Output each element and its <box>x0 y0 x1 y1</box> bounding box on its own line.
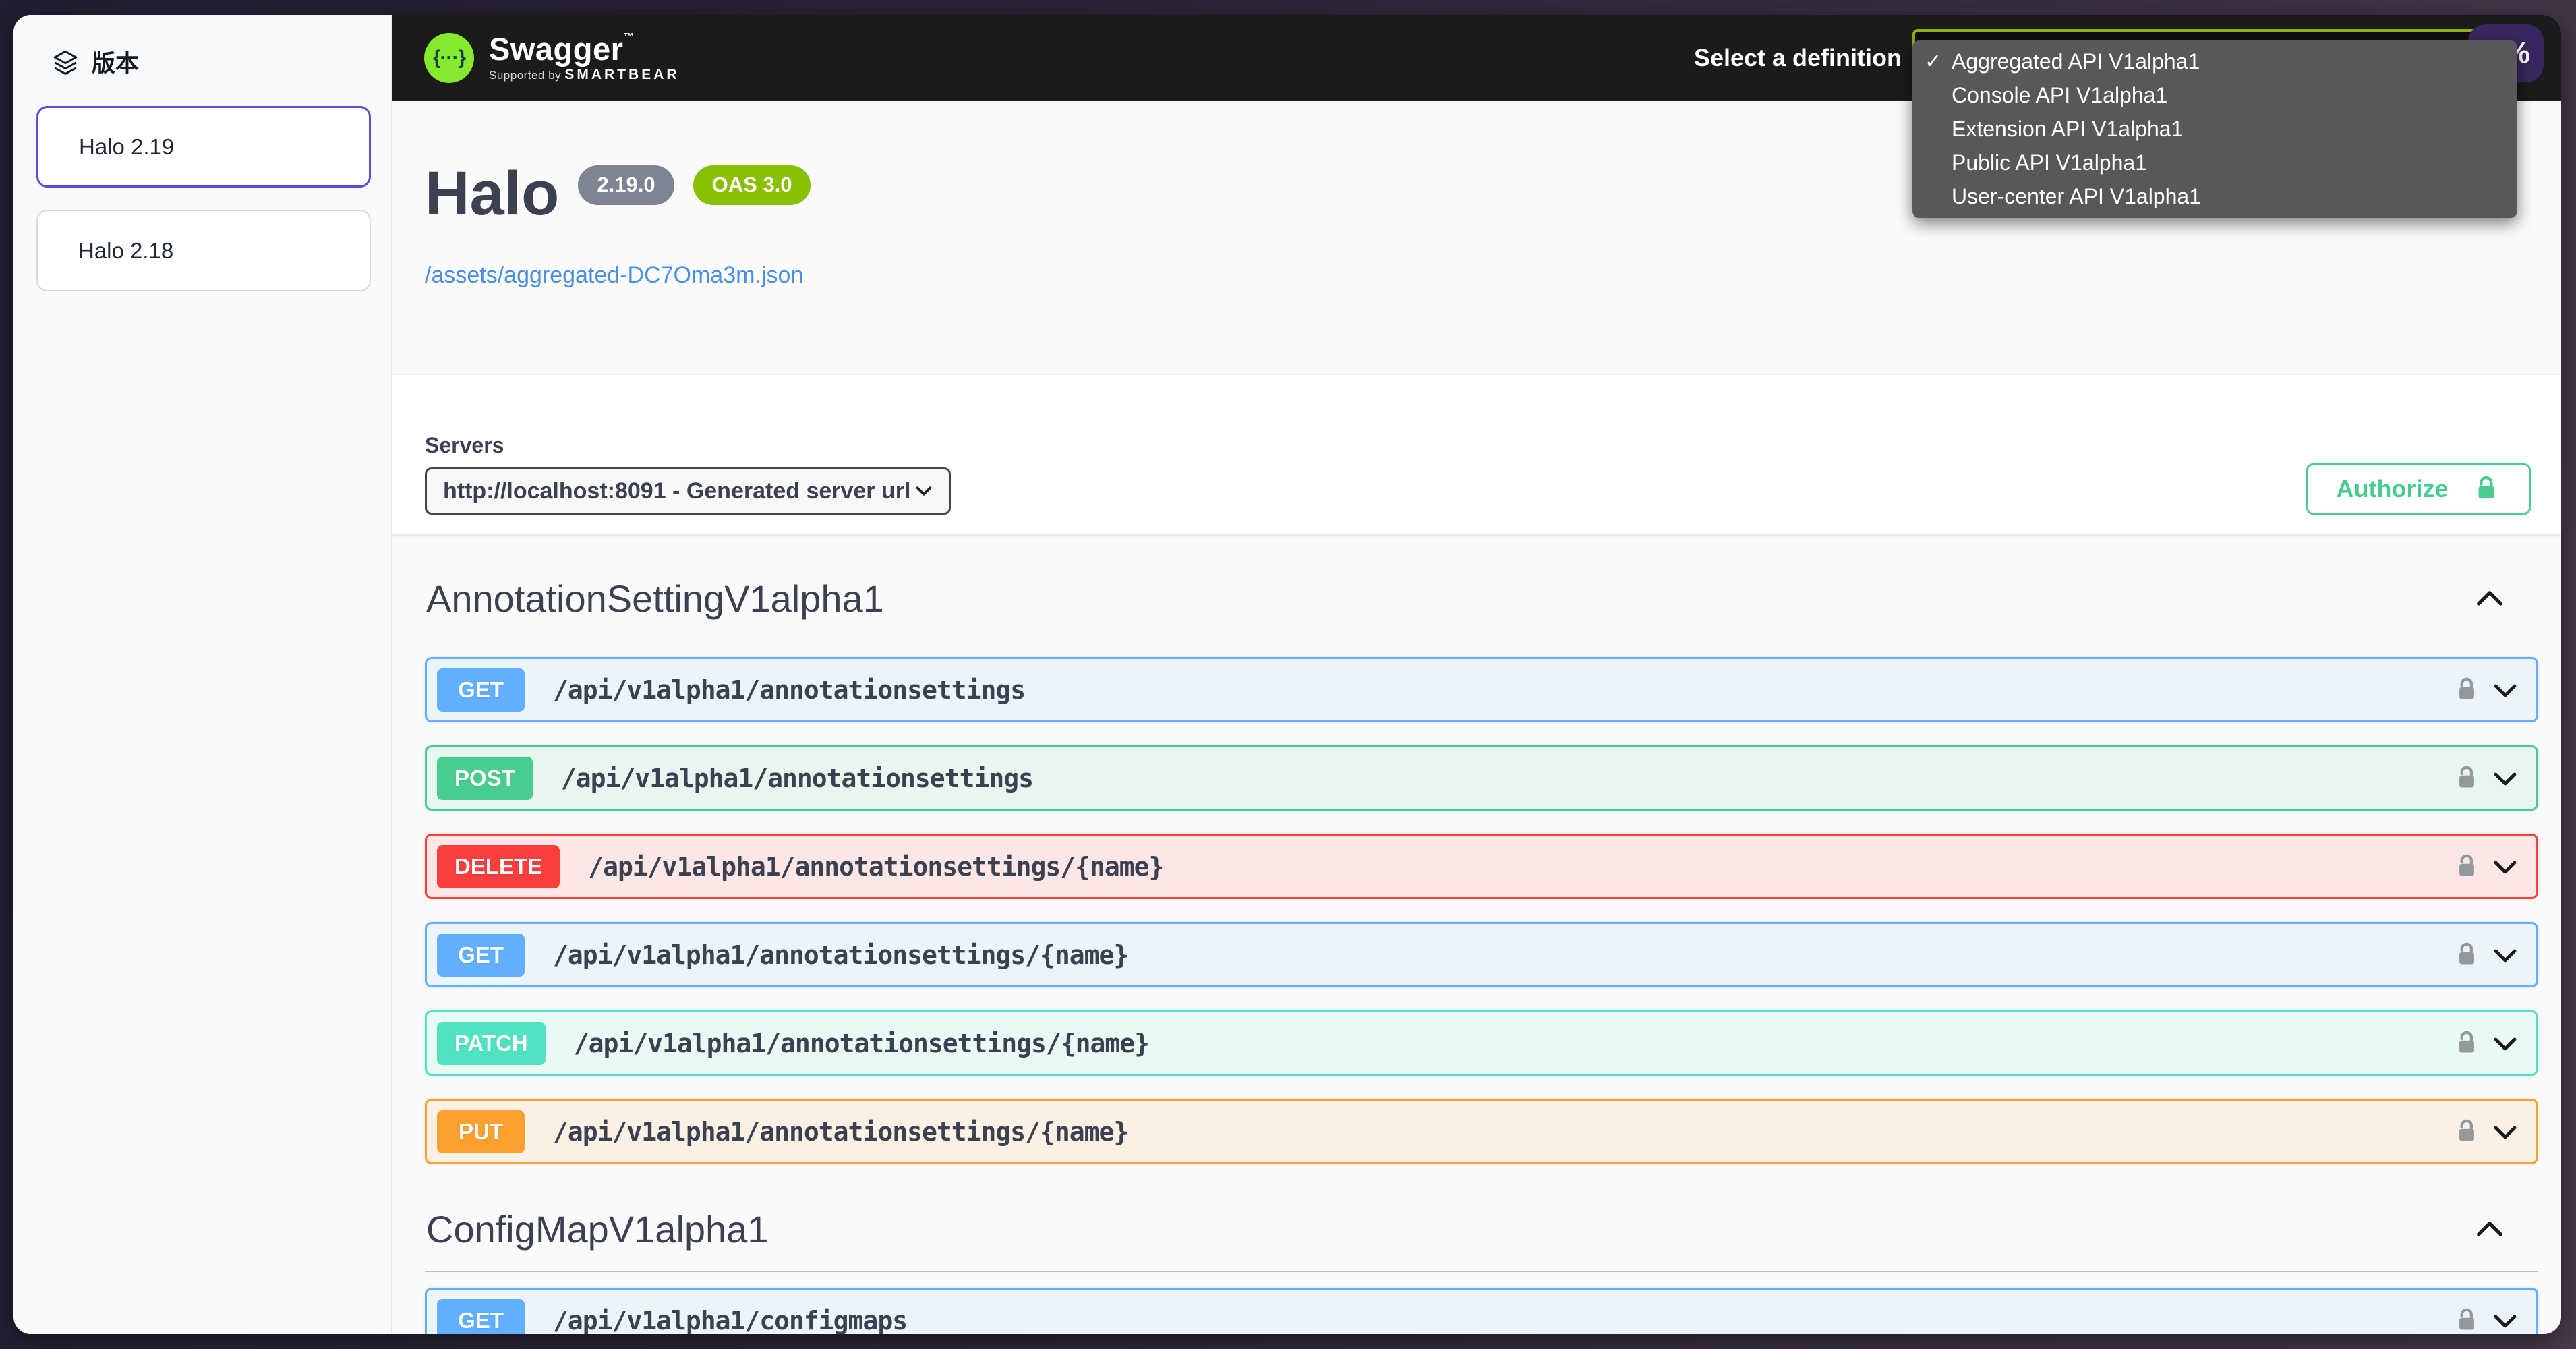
scheme-container: Servers http://localhost:8091 - Generate… <box>392 375 2561 534</box>
operation-row-get[interactable]: GET /api/v1alpha1/annotationsettings/{na… <box>425 922 2538 987</box>
oas-badge: OAS 3.0 <box>693 165 811 205</box>
tag-section: ConfigMapV1alpha1 GET /api/v1alpha1/conf… <box>425 1207 2538 1334</box>
auth-lock-button[interactable] <box>2453 764 2481 793</box>
unlock-icon <box>2453 1307 2481 1335</box>
collapse-section-button[interactable] <box>2471 580 2509 618</box>
definition-option-label: Aggregated API V1alpha1 <box>1952 49 2200 74</box>
servers-select[interactable]: http://localhost:8091 - Generated server… <box>425 467 951 515</box>
operation-sections: AnnotationSettingV1alpha1 GET /api/v1alp… <box>392 577 2561 1334</box>
swagger-logo-text: Swagger™ Supported by SMARTBEAR <box>489 32 680 83</box>
operation-path: /api/v1alpha1/annotationsettings/{name} <box>553 1117 1128 1147</box>
chevron-up-icon <box>2471 1211 2509 1248</box>
unlock-icon <box>2453 1118 2481 1146</box>
definition-option[interactable]: Public API V1alpha1 <box>1912 146 2517 180</box>
operation-row-patch[interactable]: PATCH /api/v1alpha1/annotationsettings/{… <box>425 1010 2538 1076</box>
select-definition-label: Select a definition <box>1694 44 1902 72</box>
tag-section: AnnotationSettingV1alpha1 GET /api/v1alp… <box>425 577 2538 1164</box>
method-badge: GET <box>437 1299 525 1335</box>
servers-block: Servers http://localhost:8091 - Generate… <box>425 433 951 515</box>
method-badge: POST <box>437 757 533 800</box>
operation-row-post[interactable]: POST /api/v1alpha1/annotationsettings <box>425 745 2538 811</box>
tag-section-header[interactable]: AnnotationSettingV1alpha1 <box>425 577 2538 641</box>
unlock-icon <box>2453 764 2481 793</box>
unlock-icon <box>2453 676 2481 704</box>
tag-section-header[interactable]: ConfigMapV1alpha1 <box>425 1207 2538 1272</box>
version-item-label: Halo 2.18 <box>78 238 173 264</box>
unlock-icon <box>2471 474 2501 504</box>
operation-path: /api/v1alpha1/annotationsettings/{name} <box>588 852 1163 882</box>
chevron-down-icon <box>2489 939 2521 971</box>
auth-lock-button[interactable] <box>2453 853 2481 881</box>
operation-path: /api/v1alpha1/configmaps <box>553 1306 907 1335</box>
chevron-down-icon <box>2489 762 2521 795</box>
definition-option[interactable]: Extension API V1alpha1 <box>1912 112 2517 146</box>
operation-row-get[interactable]: GET /api/v1alpha1/configmaps <box>425 1288 2538 1334</box>
servers-label: Servers <box>425 433 951 458</box>
chevron-down-icon <box>2489 1116 2521 1148</box>
auth-lock-button[interactable] <box>2453 941 2481 969</box>
chevron-down-icon <box>2489 1027 2521 1060</box>
operation-row-delete[interactable]: DELETE /api/v1alpha1/annotationsettings/… <box>425 834 2538 899</box>
collapse-section-button[interactable] <box>2471 1211 2509 1248</box>
version-item[interactable]: Halo 2.18 <box>36 210 371 291</box>
definition-option[interactable]: Console API V1alpha1 <box>1912 78 2517 112</box>
operation-path: /api/v1alpha1/annotationsettings/{name} <box>553 940 1128 970</box>
check-icon: ✓ <box>1925 50 1952 74</box>
desktop-background: 版本 Halo 2.19 Halo 2.18 {···} Swagger™ Su… <box>0 0 2576 1349</box>
version-sidebar: 版本 Halo 2.19 Halo 2.18 <box>13 15 392 1334</box>
sidebar-title: 版本 <box>92 45 139 79</box>
swagger-content: Halo 2.19.0 OAS 3.0 /assets/aggregated-D… <box>392 101 2561 1334</box>
auth-lock-button[interactable] <box>2453 1307 2481 1335</box>
tag-section-title: ConfigMapV1alpha1 <box>426 1207 768 1251</box>
version-list: Halo 2.19 Halo 2.18 <box>13 79 391 291</box>
api-title-text: Halo <box>425 163 559 225</box>
operation-row-put[interactable]: PUT /api/v1alpha1/annotationsettings/{na… <box>425 1099 2538 1164</box>
chevron-down-icon <box>2489 851 2521 883</box>
auth-lock-button[interactable] <box>2453 1118 2481 1146</box>
version-item[interactable]: Halo 2.19 <box>36 106 371 188</box>
unlock-icon <box>2453 1029 2481 1058</box>
chevron-down-icon <box>2489 674 2521 706</box>
method-badge: GET <box>437 934 525 977</box>
version-item-label: Halo 2.19 <box>79 134 174 160</box>
definition-option[interactable]: ✓ Aggregated API V1alpha1 <box>1912 45 2517 78</box>
definition-dropdown: ✓ Aggregated API V1alpha1 Console API V1… <box>1912 40 2517 218</box>
operation-list: GET /api/v1alpha1/annotationsettings POS… <box>425 657 2538 1164</box>
operation-path: /api/v1alpha1/annotationsettings <box>553 675 1025 705</box>
definition-option-label: Console API V1alpha1 <box>1952 83 2167 108</box>
definition-option-label: Public API V1alpha1 <box>1952 150 2147 175</box>
method-badge: PATCH <box>437 1022 546 1065</box>
layers-icon <box>51 48 80 76</box>
tag-section-title: AnnotationSettingV1alpha1 <box>426 577 884 621</box>
chevron-down-icon <box>911 478 937 504</box>
method-badge: DELETE <box>437 845 560 888</box>
chevron-up-icon <box>2471 580 2509 618</box>
auth-lock-button[interactable] <box>2453 676 2481 704</box>
swagger-logo-icon: {···} <box>424 33 474 83</box>
unlock-icon <box>2453 853 2481 881</box>
method-badge: PUT <box>437 1110 525 1153</box>
swagger-logo[interactable]: {···} Swagger™ Supported by SMARTBEAR <box>424 32 680 83</box>
chevron-down-icon <box>2489 1304 2521 1335</box>
auth-lock-button[interactable] <box>2453 1029 2481 1058</box>
authorize-label: Authorize <box>2337 475 2449 503</box>
operation-path: /api/v1alpha1/annotationsettings/{name} <box>574 1029 1149 1058</box>
definition-option[interactable]: User-center API V1alpha1 <box>1912 180 2517 214</box>
operation-row-get[interactable]: GET /api/v1alpha1/annotationsettings <box>425 657 2538 722</box>
method-badge: GET <box>437 668 525 712</box>
authorize-button[interactable]: Authorize <box>2306 463 2531 515</box>
operation-path: /api/v1alpha1/annotationsettings <box>561 764 1033 793</box>
unlock-icon <box>2453 941 2481 969</box>
definition-option-label: User-center API V1alpha1 <box>1952 184 2201 209</box>
spec-link[interactable]: /assets/aggregated-DC7Oma3m.json <box>425 262 803 289</box>
version-badge: 2.19.0 <box>578 165 674 205</box>
sidebar-header: 版本 <box>13 15 391 79</box>
servers-select-value: http://localhost:8091 - Generated server… <box>443 478 910 505</box>
operation-list: GET /api/v1alpha1/configmaps <box>425 1288 2538 1334</box>
definition-option-label: Extension API V1alpha1 <box>1952 117 2183 142</box>
